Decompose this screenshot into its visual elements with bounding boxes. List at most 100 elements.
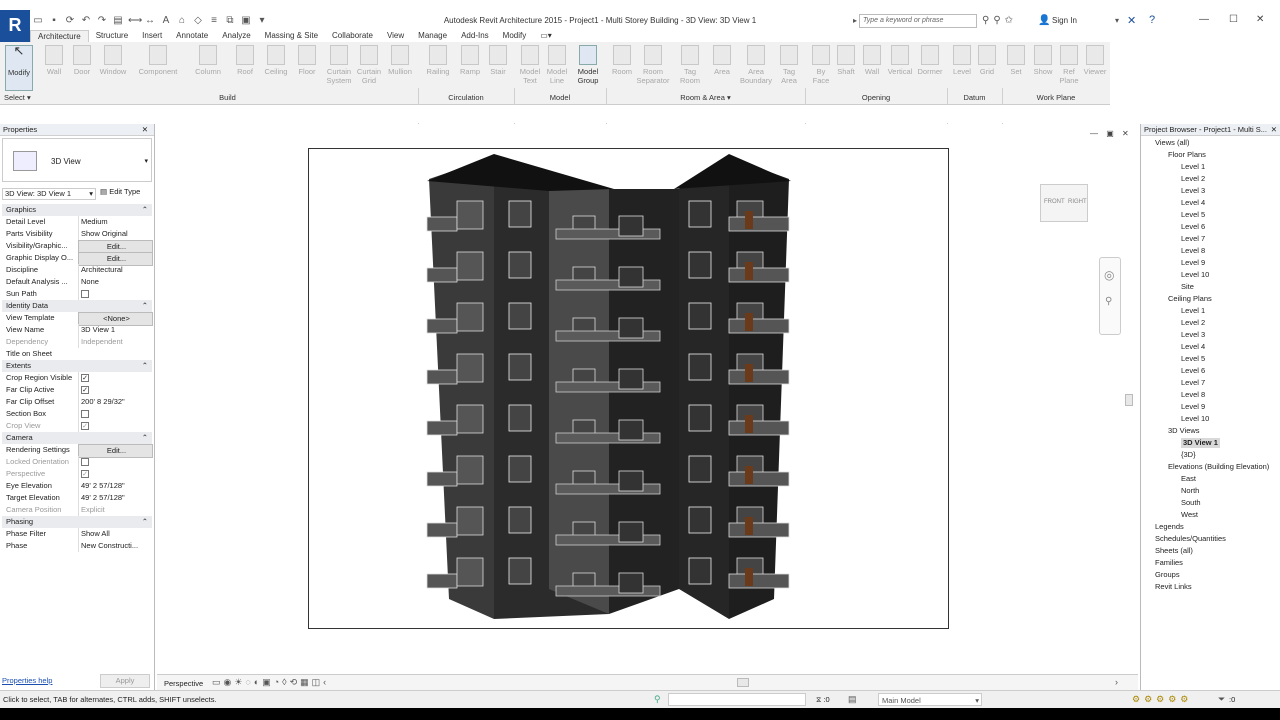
property-row[interactable]: Far Clip Active ✓ <box>2 384 152 396</box>
worksharing-icon[interactable]: ⚲ <box>654 694 661 705</box>
browser-item[interactable]: Elevations (Building Elevation) <box>1168 462 1269 472</box>
browser-item[interactable]: Level 8 <box>1181 246 1205 256</box>
revit-logo[interactable]: R <box>0 10 30 44</box>
railing-button[interactable]: Railing <box>423 45 453 76</box>
browser-item[interactable]: Ceiling Plans <box>1168 294 1212 304</box>
zoom-icon[interactable]: ⚲ <box>1105 296 1112 307</box>
mullion-button[interactable]: Mullion <box>384 45 416 76</box>
building-model[interactable] <box>309 149 950 630</box>
property-row[interactable]: View Name 3D View 1 <box>2 324 152 336</box>
viewcube-right[interactable]: RIGHT <box>1068 199 1087 205</box>
dormer-button[interactable]: Dormer <box>914 45 946 76</box>
property-row[interactable]: Perspective ✓ <box>2 468 152 480</box>
tab-annotate[interactable]: Annotate <box>169 30 215 42</box>
browser-item[interactable]: West <box>1181 510 1198 520</box>
property-category[interactable]: Identity Data ⌃ <box>2 300 152 312</box>
browser-item[interactable]: Level 5 <box>1181 354 1205 364</box>
selection-toggle-icons[interactable]: ⚙⚙⚙⚙⚙ <box>1132 694 1192 705</box>
ref-plane-button[interactable]: Ref Plane <box>1058 45 1080 85</box>
property-value[interactable]: None <box>78 276 153 288</box>
browser-item[interactable]: Level 2 <box>1181 318 1205 328</box>
property-value[interactable]: ✓ <box>78 468 153 480</box>
browser-item[interactable]: Level 5 <box>1181 210 1205 220</box>
browser-item[interactable]: Level 9 <box>1181 402 1205 412</box>
select-panel-dropdown[interactable]: Select ▾ <box>4 93 40 102</box>
level-button[interactable]: Level <box>950 45 974 76</box>
property-row[interactable]: Sun Path <box>2 288 152 300</box>
maximize-icon[interactable]: ☐ <box>1229 14 1238 25</box>
property-checkbox[interactable]: ✓ <box>81 386 89 395</box>
property-row[interactable]: Crop View ✓ <box>2 420 152 432</box>
room-separator-button[interactable]: Room Separator <box>633 45 673 85</box>
property-checkbox[interactable]: ✓ <box>81 422 89 431</box>
browser-item[interactable]: Level 10 <box>1181 270 1209 280</box>
curtain-grid-button[interactable]: Curtain Grid <box>354 45 384 85</box>
browser-item[interactable]: Level 8 <box>1181 390 1205 400</box>
browser-item[interactable]: Groups <box>1155 570 1180 580</box>
minimize-icon[interactable]: — <box>1199 14 1209 25</box>
property-checkbox[interactable] <box>81 290 89 299</box>
room-button[interactable]: Room <box>608 45 636 76</box>
properties-help-link[interactable]: Properties help <box>2 676 52 685</box>
view-control-icons[interactable]: ▭◉☀◌◐▣◔◊⟲▦◫‹ <box>212 677 329 688</box>
property-value[interactable]: Independent <box>78 336 153 348</box>
text-icon[interactable]: A <box>160 15 172 27</box>
section-icon[interactable]: ◇ <box>192 15 204 27</box>
measure-icon[interactable]: ⟷ <box>128 15 142 27</box>
ribbon-minimize-toggle[interactable]: ▭▾ <box>533 30 559 42</box>
customize-icon[interactable]: ▾ <box>256 15 268 27</box>
door-button[interactable]: Door <box>68 45 96 76</box>
browser-item[interactable]: Floor Plans <box>1168 150 1206 160</box>
ramp-button[interactable]: Ramp <box>456 45 484 76</box>
viewcube[interactable]: FRONT RIGHT <box>1040 184 1088 222</box>
property-row[interactable]: Parts Visibility Show Original <box>2 228 152 240</box>
property-value[interactable]: Architectural <box>78 264 153 276</box>
3d-view-icon[interactable]: ⌂ <box>176 15 188 27</box>
tab-collaborate[interactable]: Collaborate <box>325 30 380 42</box>
close-icon[interactable]: ✕ <box>142 124 148 136</box>
model-group-button[interactable]: Model Group <box>573 45 603 85</box>
switch-windows-icon[interactable]: ▣ <box>240 15 252 27</box>
property-value[interactable] <box>78 288 153 300</box>
modify-button[interactable]: ↖ Modify <box>5 44 33 91</box>
browser-item[interactable]: Level 10 <box>1181 414 1209 424</box>
browser-item[interactable]: East <box>1181 474 1196 484</box>
browser-item[interactable]: South <box>1181 498 1201 508</box>
wall-button[interactable]: Wall <box>40 45 68 76</box>
browser-item[interactable]: Sheets (all) <box>1155 546 1193 556</box>
browser-item[interactable]: Level 4 <box>1181 198 1205 208</box>
property-category[interactable]: Graphics ⌃ <box>2 204 152 216</box>
tab-massing-site[interactable]: Massing & Site <box>258 30 325 42</box>
browser-item[interactable]: Families <box>1155 558 1183 568</box>
design-options-icon[interactable]: ▤ <box>848 694 857 705</box>
property-category[interactable]: Camera ⌃ <box>2 432 152 444</box>
workset-select[interactable] <box>668 693 806 706</box>
sync-icon[interactable]: ⟳ <box>64 15 76 27</box>
component-button[interactable]: Component <box>135 45 181 76</box>
tab-modify[interactable]: Modify <box>496 30 534 42</box>
tab-view[interactable]: View <box>380 30 411 42</box>
exchange-apps-icon[interactable]: ✕ <box>1127 14 1136 27</box>
property-category[interactable]: Extents ⌃ <box>2 360 152 372</box>
browser-item[interactable]: Level 6 <box>1181 222 1205 232</box>
open-icon[interactable]: ▭ <box>32 15 44 27</box>
collapse-icon[interactable]: ⌃ <box>142 516 148 528</box>
property-row[interactable]: Discipline Architectural <box>2 264 152 276</box>
property-row[interactable]: Crop Region Visible ✓ <box>2 372 152 384</box>
navigation-bar[interactable]: ◎ ⚲ <box>1099 257 1121 335</box>
property-value[interactable]: Medium <box>78 216 153 228</box>
view-window-controls[interactable]: — ▣ ✕ <box>1090 129 1132 138</box>
property-value[interactable]: 49' 2 57/128" <box>78 480 153 492</box>
viewcube-front[interactable]: FRONT <box>1044 199 1065 205</box>
property-value[interactable]: 3D View 1 <box>78 324 153 336</box>
crop-region[interactable] <box>308 148 949 629</box>
property-checkbox[interactable] <box>81 410 89 419</box>
ceiling-button[interactable]: Ceiling <box>260 45 292 76</box>
property-row[interactable]: Detail Level Medium <box>2 216 152 228</box>
search-expand-icon[interactable]: ▸ <box>853 16 857 25</box>
property-value[interactable]: 49' 2 57/128" <box>78 492 153 504</box>
tab-insert[interactable]: Insert <box>135 30 169 42</box>
property-row[interactable]: Phase New Constructi... <box>2 540 152 552</box>
type-selector[interactable]: 3D View ▾ <box>2 138 152 182</box>
property-row[interactable]: Far Clip Offset 200' 8 29/32" <box>2 396 152 408</box>
